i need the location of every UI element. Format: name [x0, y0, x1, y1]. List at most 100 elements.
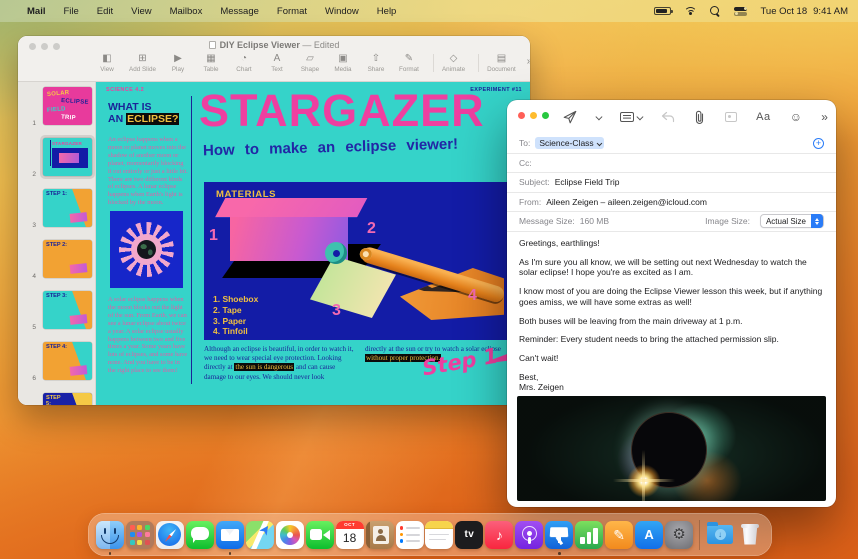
slide-canvas[interactable]: SCIENCE 4.2 EXPERIMENT #11 WHAT IS AN EC…: [96, 82, 530, 405]
slide-thumbnail-7[interactable]: 7STEP 5:: [18, 390, 95, 405]
mail-compose-window[interactable]: Aa ☺ » To: Science-Class + Cc: Subject: Ec…: [507, 100, 836, 507]
header-fields-icon[interactable]: [619, 107, 644, 127]
keynote-titlebar: DIY Eclipse Viewer — Edited ◧ View ⊞ Add Sl…: [18, 36, 530, 82]
control-center-icon[interactable]: [734, 6, 748, 16]
keynote-toolbar: ◧ View ⊞ Add Slide ▶ Play ▦ Table ◔ Chart A Text ▱ Sh…: [96, 53, 530, 81]
slide-thumbnail-3[interactable]: 3 STEP 1:: [18, 186, 95, 230]
dock-messages-icon[interactable]: [185, 513, 215, 556]
battery-icon[interactable]: [654, 7, 674, 15]
dock-keynote-icon[interactable]: [544, 513, 574, 556]
send-icon[interactable]: [563, 107, 577, 127]
dock-mail-icon[interactable]: [215, 513, 245, 556]
material-number-2: 2: [367, 220, 376, 237]
message-size-value: 160 MB: [579, 216, 610, 227]
dock-downloads-icon[interactable]: ↓: [705, 513, 735, 556]
menu-message[interactable]: Message: [211, 6, 268, 17]
dock-calendar-icon[interactable]: OCT 18: [335, 513, 365, 556]
from-field[interactable]: From: Aileen Zeigen – aileen.zeigen@iclo…: [507, 193, 836, 212]
toolbar-overflow-icon[interactable]: »: [527, 53, 530, 67]
toolbar-separator: [432, 54, 434, 72]
stepper-icon: [811, 214, 823, 229]
recipient-token[interactable]: Science-Class: [535, 137, 605, 150]
toolbar-label: Add Slide: [129, 66, 156, 73]
send-options-chevron-icon[interactable]: [595, 107, 603, 127]
toolbar-format-button[interactable]: ✎ Format: [398, 53, 420, 73]
slide-thumbnail-5[interactable]: 5 STEP 3:: [18, 288, 95, 332]
toolbar-media-button[interactable]: ▣ Media: [332, 53, 354, 73]
desktop-wallpaper[interactable]: Mail File Edit View Mailbox Message Format Wind…: [0, 0, 858, 559]
size-row: Message Size: 160 MB Image Size: Actual …: [507, 212, 836, 232]
more-icon[interactable]: »: [821, 107, 828, 127]
toolbar-chart-button[interactable]: ◔ Chart: [233, 53, 255, 73]
message-body-editor[interactable]: Greetings, earthlings! As I'm sure you al…: [519, 238, 824, 401]
dock-finder-icon[interactable]: [95, 513, 125, 556]
slide-question-heading: WHAT IS AN ECLIPSE?: [108, 101, 180, 125]
toolbar-share-button[interactable]: ⇧ Share: [365, 53, 387, 73]
minimize-button[interactable]: [530, 112, 537, 119]
eclipse-photo-attachment[interactable]: [517, 396, 826, 501]
menu-format[interactable]: Format: [268, 6, 316, 17]
slide-thumbnail-preview: STEP 2:: [43, 240, 92, 278]
emoji-icon[interactable]: ☺: [790, 107, 802, 127]
menu-edit[interactable]: Edit: [88, 6, 122, 17]
add-contact-icon[interactable]: +: [813, 137, 824, 149]
dock-pages-icon[interactable]: ✎: [604, 513, 634, 556]
zoom-button[interactable]: [542, 112, 549, 119]
document-proxy-icon[interactable]: [208, 41, 216, 49]
to-field[interactable]: To: Science-Class +: [507, 134, 836, 154]
toolbar-text-button[interactable]: A Text: [266, 53, 288, 73]
toolbar-table-button[interactable]: ▦ Table: [200, 53, 222, 73]
dock-trash-icon[interactable]: [735, 513, 765, 556]
dock-launchpad-icon[interactable]: [125, 513, 155, 556]
toolbar-add-slide-button[interactable]: ⊞ Add Slide: [129, 53, 156, 73]
toolbar-play-button[interactable]: ▶ Play: [167, 53, 189, 73]
keynote-window-title: DIY Eclipse Viewer — Edited: [18, 40, 530, 50]
subject-field[interactable]: Subject: Eclipse Field Trip: [507, 173, 836, 193]
dock-numbers-icon[interactable]: [574, 513, 604, 556]
keynote-window[interactable]: DIY Eclipse Viewer — Edited ◧ View ⊞ Add Sl…: [18, 36, 530, 405]
slide-thumbnail-2[interactable]: 2 STARGAZER: [18, 135, 95, 179]
slide-thumbnail-4[interactable]: 4 STEP 2:: [18, 237, 95, 281]
dock-tv-icon[interactable]: tv: [454, 513, 484, 556]
shape-icon: ▱: [306, 53, 314, 64]
mail-header-fields: To: Science-Class + Cc: Subject: Eclipse…: [507, 134, 836, 232]
dock-settings-icon[interactable]: ⚙: [664, 513, 694, 556]
dock-reminders-icon[interactable]: [395, 513, 425, 556]
dock-appstore-icon[interactable]: A: [634, 513, 664, 556]
wifi-icon[interactable]: [684, 6, 698, 16]
spotlight-search-icon[interactable]: [710, 5, 721, 17]
toolbar-document-button[interactable]: ▤ Document: [487, 53, 516, 73]
menu-mailbox[interactable]: Mailbox: [161, 6, 212, 17]
dock-contacts-icon[interactable]: [365, 513, 395, 556]
dock-maps-icon[interactable]: [245, 513, 275, 556]
format-icon[interactable]: Aa: [756, 107, 770, 127]
cc-field[interactable]: Cc:: [507, 154, 836, 173]
dock-podcasts-icon[interactable]: [514, 513, 544, 556]
slide-thumbnail-preview: SOLAR ECLIPSE FIELD TRIP: [43, 87, 92, 125]
toolbar-shape-button[interactable]: ▱ Shape: [299, 53, 321, 73]
dock-photos-icon[interactable]: [275, 513, 305, 556]
menu-view[interactable]: View: [122, 6, 160, 17]
toolbar-label: Shape: [300, 66, 320, 73]
toolbar-view-button[interactable]: ◧ View: [96, 53, 118, 73]
image-size-select[interactable]: Actual Size: [759, 214, 824, 229]
dock-facetime-icon[interactable]: [305, 513, 335, 556]
toolbar-label: Media: [334, 66, 352, 73]
dock-notes-icon[interactable]: [424, 513, 454, 556]
attach-icon[interactable]: [694, 107, 706, 127]
slide-science-label: SCIENCE 4.2: [106, 87, 145, 93]
slide-thumbnail-6[interactable]: 6 STEP 4:: [18, 339, 95, 383]
menu-help[interactable]: Help: [368, 6, 406, 17]
toolbar-animate-button[interactable]: ◇ Animate: [442, 53, 465, 73]
share-icon: ⇧: [371, 53, 381, 64]
menu-file[interactable]: File: [54, 6, 87, 17]
menu-bar-clock[interactable]: Tue Oct 18 9:41 AM: [760, 6, 848, 17]
toolbar-label: Table: [203, 66, 219, 73]
close-button[interactable]: [518, 112, 525, 119]
dock-music-icon[interactable]: ♪: [484, 513, 514, 556]
chart-icon: ◔: [240, 53, 247, 64]
menu-window[interactable]: Window: [316, 6, 368, 17]
dock-safari-icon[interactable]: [155, 513, 185, 556]
slide-thumbnail-1[interactable]: 1 SOLAR ECLIPSE FIELD TRIP: [18, 84, 95, 128]
menu-mail[interactable]: Mail: [18, 6, 54, 17]
